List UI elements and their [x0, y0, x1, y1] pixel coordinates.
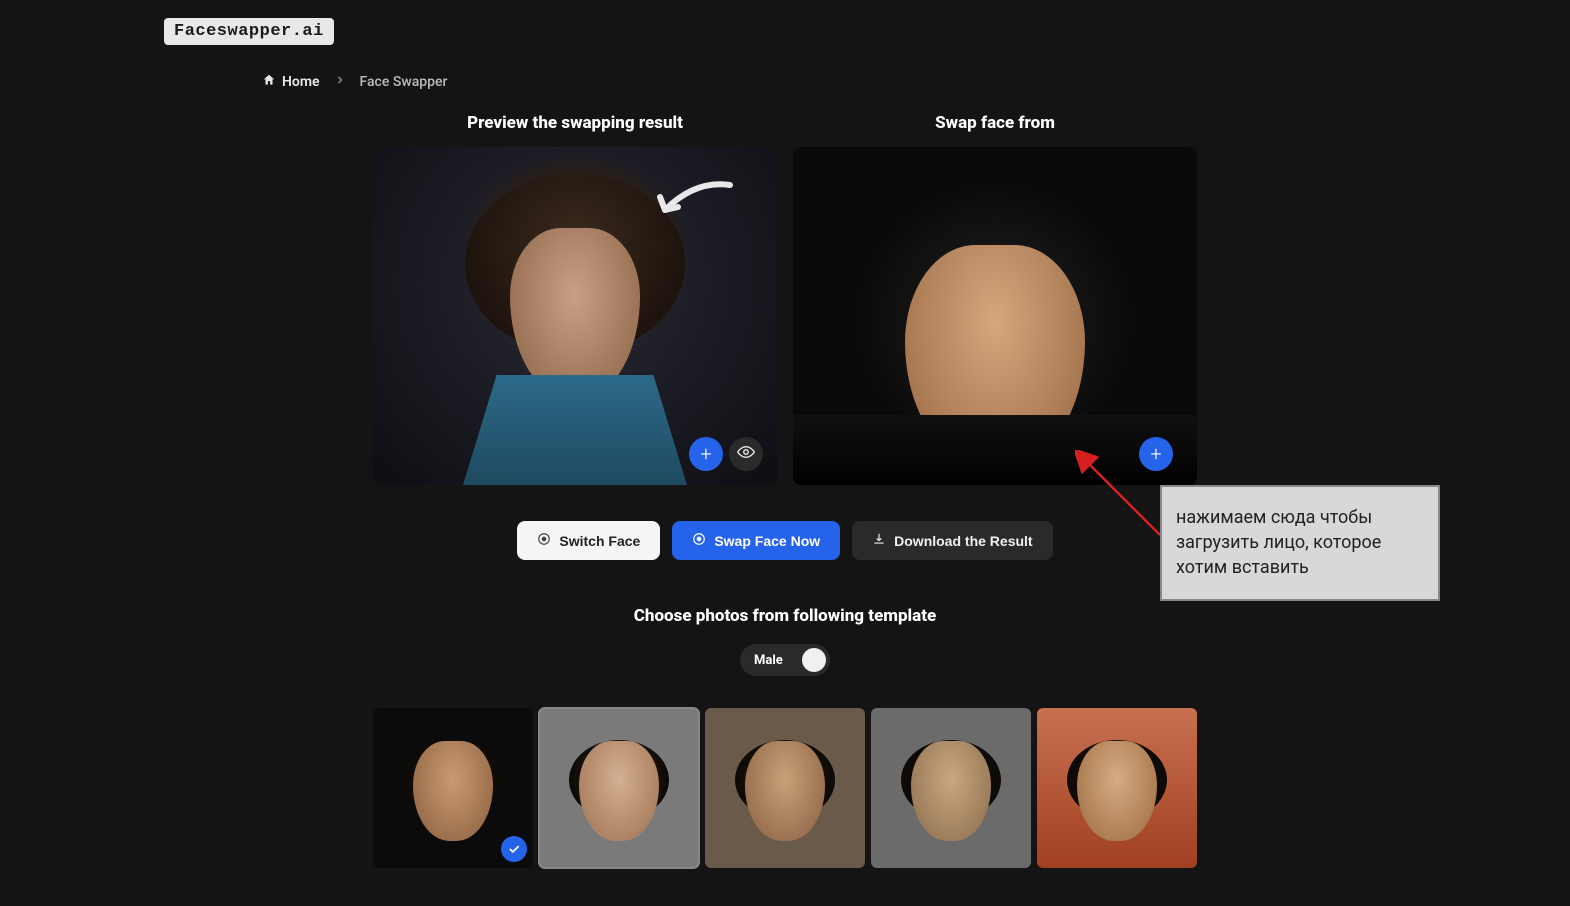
target-icon — [692, 532, 706, 549]
swap-direction-arrow-icon — [650, 175, 740, 225]
view-preview-button[interactable] — [729, 437, 763, 471]
preview-title: Preview the swapping result — [373, 113, 777, 133]
target-icon — [537, 532, 551, 549]
source-image — [793, 147, 1197, 485]
toggle-knob — [802, 648, 826, 672]
download-result-label: Download the Result — [894, 533, 1032, 549]
download-icon — [872, 532, 886, 549]
switch-face-button[interactable]: Switch Face — [517, 521, 660, 560]
template-thumb-2[interactable] — [539, 708, 699, 868]
chevron-right-icon — [334, 74, 346, 90]
source-panel: + — [793, 147, 1197, 485]
template-thumb-5[interactable] — [1037, 708, 1197, 868]
annotation-callout: нажимаем сюда чтобы загрузить лицо, кото… — [1160, 485, 1440, 601]
gender-toggle[interactable]: Male — [740, 644, 830, 676]
breadcrumb: Home Face Swapper — [0, 45, 1570, 91]
gender-toggle-label: Male — [754, 653, 783, 668]
eye-icon — [737, 443, 755, 465]
switch-face-label: Switch Face — [559, 533, 640, 549]
add-preview-button[interactable]: + — [689, 437, 723, 471]
swap-face-now-button[interactable]: Swap Face Now — [672, 521, 840, 560]
source-title: Swap face from — [793, 113, 1197, 133]
template-thumb-1[interactable] — [373, 708, 533, 868]
breadcrumb-home-label: Home — [282, 74, 320, 90]
home-icon — [262, 73, 276, 91]
template-thumb-4[interactable] — [871, 708, 1031, 868]
plus-icon: + — [700, 444, 711, 464]
breadcrumb-current: Face Swapper — [360, 74, 448, 90]
template-thumb-3[interactable] — [705, 708, 865, 868]
plus-icon: + — [1150, 444, 1161, 464]
template-title: Choose photos from following template — [0, 606, 1570, 626]
breadcrumb-home[interactable]: Home — [262, 73, 320, 91]
swap-face-now-label: Swap Face Now — [714, 533, 820, 549]
add-source-button[interactable]: + — [1139, 437, 1173, 471]
annotation-text: нажимаем сюда чтобы загрузить лицо, кото… — [1176, 507, 1381, 578]
download-result-button[interactable]: Download the Result — [852, 521, 1052, 560]
app-logo[interactable]: Faceswapper.ai — [164, 18, 334, 45]
selected-check-icon — [501, 836, 527, 862]
